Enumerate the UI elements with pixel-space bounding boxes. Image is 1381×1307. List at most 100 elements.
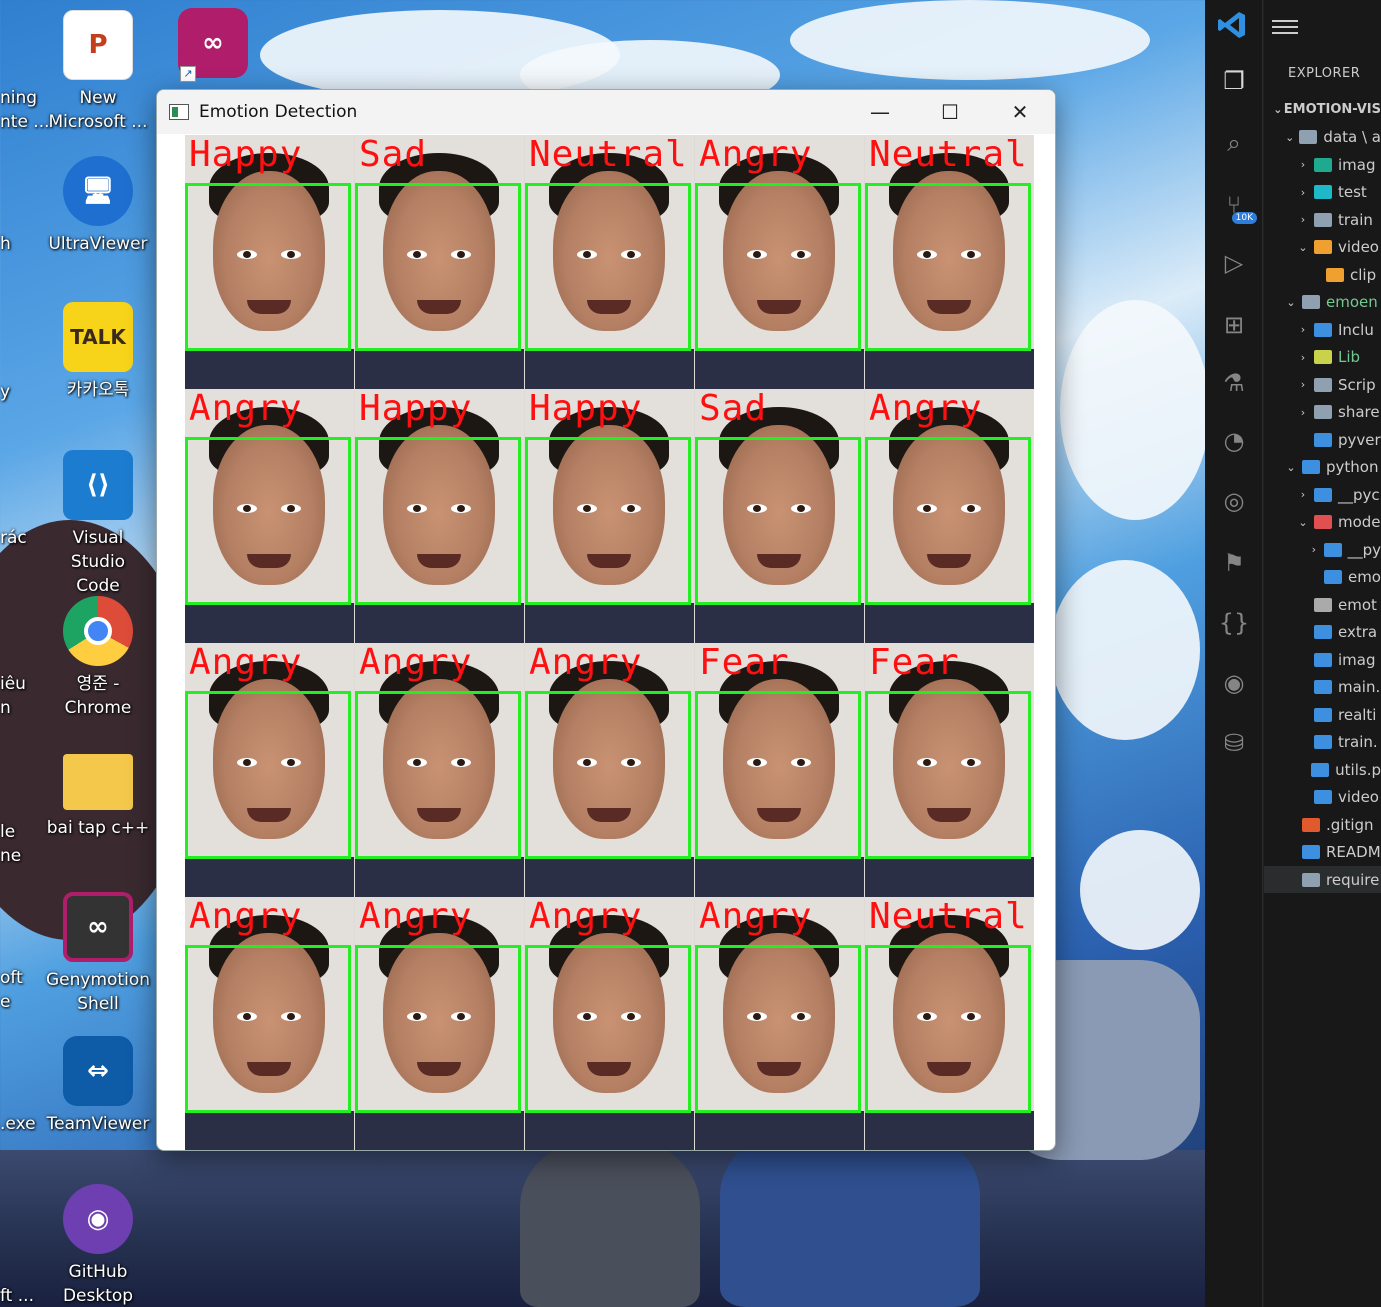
window-titlebar[interactable]: Emotion Detection — ☐ ✕: [157, 90, 1055, 134]
file-type-icon: [1314, 212, 1332, 227]
face-bounding-box: [185, 183, 351, 351]
explorer-title: EXPLORER: [1288, 66, 1361, 81]
git-graph-icon[interactable]: ◔: [1215, 422, 1253, 460]
tree-item[interactable]: ⌄ data \ a: [1264, 124, 1381, 151]
remote-explorer-icon[interactable]: ◎: [1215, 482, 1253, 520]
menu-icon[interactable]: [1272, 16, 1298, 38]
github-icon[interactable]: ◉: [1215, 664, 1253, 702]
tree-item-label: extra: [1338, 623, 1378, 641]
tree-item[interactable]: › Scrip: [1264, 371, 1381, 398]
tree-item[interactable]: pyver: [1264, 426, 1381, 453]
new-microsoft-powerpoint-icon[interactable]: P New Microsoft ...: [43, 10, 153, 134]
ultraviewer-icon[interactable]: 🖥 UltraViewer: [43, 156, 153, 256]
file-type-icon: [1323, 542, 1342, 557]
detected-face: Sad: [355, 135, 524, 389]
explorer-icon[interactable]: ❐: [1215, 62, 1253, 100]
search-icon[interactable]: ⌕: [1215, 124, 1253, 162]
tree-item-label: test: [1338, 183, 1367, 201]
tree-item[interactable]: › test: [1264, 179, 1381, 206]
maximize-button[interactable]: ☐: [915, 90, 985, 134]
tree-item[interactable]: imag: [1264, 646, 1381, 673]
tree-item[interactable]: › Lib: [1264, 344, 1381, 371]
tree-item[interactable]: clip: [1264, 261, 1381, 288]
tree-item[interactable]: › imag: [1264, 151, 1381, 178]
source-control-icon[interactable]: ⑂ 10K: [1215, 186, 1257, 224]
face-bounding-box: [185, 691, 351, 859]
database-icon[interactable]: ⛁: [1215, 724, 1253, 762]
close-button[interactable]: ✕: [985, 90, 1055, 134]
tree-item-label: train: [1338, 210, 1373, 229]
emotion-detection-window[interactable]: Emotion Detection — ☐ ✕ Happy Sad Neutral A…: [156, 89, 1056, 1151]
tree-item[interactable]: ⌄ python: [1264, 454, 1381, 481]
tree-item[interactable]: ⌄ mode: [1264, 509, 1381, 536]
face-bounding-box: [525, 945, 691, 1113]
chrome-logo-icon: [63, 596, 133, 666]
tree-item[interactable]: train.: [1264, 729, 1381, 756]
json-icon[interactable]: {}: [1215, 604, 1253, 642]
genymotion-top-icon[interactable]: ∞ ↗: [158, 8, 268, 82]
tree-item[interactable]: realti: [1264, 701, 1381, 728]
file-type-icon: [1302, 845, 1320, 859]
tree-item[interactable]: READM: [1264, 839, 1381, 866]
teamviewer-icon[interactable]: ⇔ TeamViewer: [43, 1036, 153, 1136]
genymotion-shell-icon[interactable]: ∞ Genymotion Shell: [43, 892, 153, 1016]
bai-tap-folder-icon[interactable]: bai tap c++: [43, 744, 153, 840]
tree-item[interactable]: ⌄ emoen: [1264, 289, 1381, 316]
face-bounding-box: [525, 437, 691, 605]
vscode-window[interactable]: ❐ ⌕ ⑂ 10K ▷ ⊞ ⚗ ◔ ◎ ⚑ {} ◉ ⛁ EXPLORER ⌄ EM…: [1205, 0, 1381, 1307]
tree-item[interactable]: .gitign: [1264, 811, 1381, 838]
emotion-label: Angry: [529, 897, 643, 937]
vscode-icon[interactable]: ⟨⟩ Visual Studio Code: [43, 450, 153, 598]
file-type-icon: [1314, 240, 1332, 254]
minimize-button[interactable]: —: [845, 90, 915, 134]
file-type-icon: [1314, 350, 1332, 364]
emotion-label: Fear: [699, 643, 790, 683]
powerpoint-icon: P: [63, 10, 133, 80]
chevron-icon: ›: [1311, 543, 1316, 556]
testing-icon[interactable]: ⚗: [1215, 364, 1253, 402]
workspace-root[interactable]: ⌄ EMOTION-VIS: [1264, 96, 1381, 123]
desktop-partial-label: le: [0, 822, 16, 842]
icon-label: Visual Studio Code: [70, 528, 126, 596]
tree-item[interactable]: › train: [1264, 206, 1381, 233]
desktop-partial-label: rác: [0, 528, 27, 548]
tree-item-label: imag: [1338, 155, 1376, 174]
emotion-label: Neutral: [869, 897, 1028, 937]
tree-item-label: share: [1338, 403, 1380, 421]
desktop-partial-label: n: [0, 698, 11, 718]
run-debug-icon[interactable]: ▷: [1215, 244, 1253, 282]
vscode-logo-icon: [1218, 12, 1245, 38]
face-bounding-box: [355, 691, 521, 859]
kakaotalk-icon[interactable]: TALK 카카오톡: [43, 302, 153, 402]
tree-item[interactable]: ⌄ video: [1264, 234, 1381, 261]
emotion-label: Angry: [869, 389, 983, 429]
tree-item[interactable]: › Inclu: [1264, 316, 1381, 343]
tree-item[interactable]: › share: [1264, 399, 1381, 426]
tree-item[interactable]: emot: [1264, 591, 1381, 618]
emotion-label: Angry: [189, 643, 303, 683]
file-type-icon: [1302, 817, 1320, 832]
tree-item[interactable]: require: [1264, 866, 1381, 893]
file-type-icon: [1314, 157, 1332, 172]
tree-item[interactable]: extra: [1264, 619, 1381, 646]
github-desktop-icon[interactable]: ◉ GitHub Desktop: [43, 1184, 153, 1307]
desktop-partial-label: h: [0, 234, 11, 254]
tree-item[interactable]: video: [1264, 784, 1381, 811]
tree-item[interactable]: › __pyc: [1264, 481, 1381, 508]
detected-face: Angry: [185, 643, 354, 897]
file-type-icon: [1314, 735, 1332, 749]
face-bounding-box: [865, 945, 1031, 1113]
tree-item-label: train.: [1338, 733, 1378, 751]
tree-item-label: data \ a: [1323, 128, 1381, 146]
tree-item[interactable]: › __py: [1264, 536, 1381, 563]
tree-item[interactable]: utils.p: [1264, 756, 1381, 783]
icon-label: bai tap c++: [46, 818, 150, 838]
chrome-icon[interactable]: 영준 - Chrome: [43, 596, 153, 720]
extensions-icon[interactable]: ⊞: [1215, 306, 1253, 344]
detected-face: Angry: [695, 897, 864, 1150]
detected-face: Fear: [695, 643, 864, 897]
tree-item[interactable]: main.: [1264, 674, 1381, 701]
desktop-partial-label: iêu: [0, 674, 26, 694]
bookmarks-icon[interactable]: ⚑: [1215, 544, 1253, 582]
tree-item[interactable]: emo: [1264, 564, 1381, 591]
